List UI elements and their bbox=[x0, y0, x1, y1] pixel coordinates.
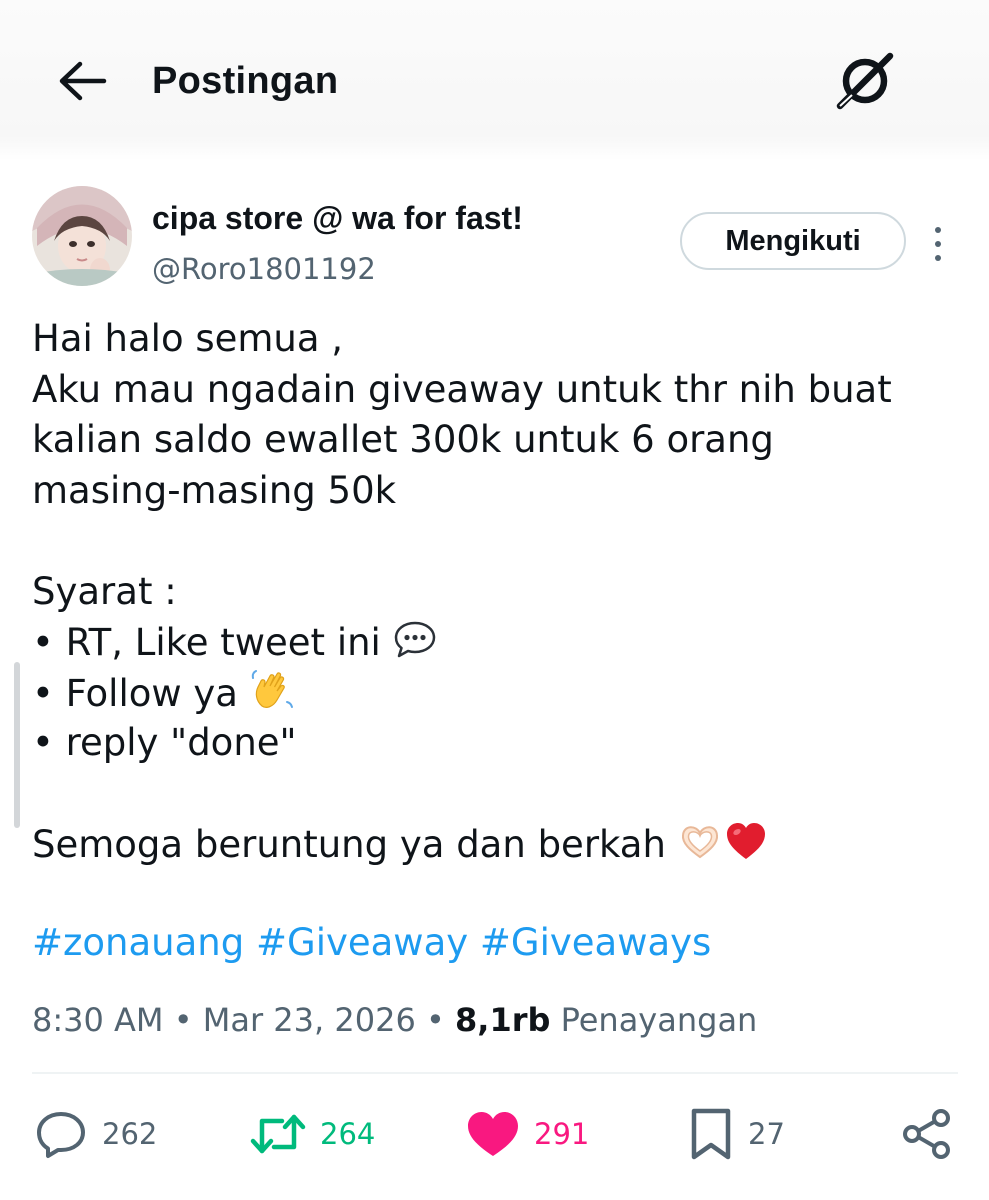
heart-filled-icon bbox=[468, 1112, 518, 1156]
reply-count: 262 bbox=[102, 1117, 158, 1151]
page-title: Postingan bbox=[152, 60, 339, 102]
author-handle[interactable]: @Roro1801192 bbox=[152, 250, 376, 288]
views-label[interactable]: Penayangan bbox=[561, 1001, 758, 1039]
tweet-line: Syarat : bbox=[32, 569, 177, 613]
meta-separator: • bbox=[425, 1001, 445, 1039]
tweet-line bbox=[32, 769, 962, 820]
views-count[interactable]: 8,1rb bbox=[455, 1001, 550, 1039]
following-button[interactable]: Mengikuti bbox=[680, 212, 906, 270]
red-heart-icon bbox=[726, 823, 765, 859]
hashtag-link[interactable]: #Giveaway bbox=[256, 921, 468, 964]
tweet-line-text: • RT, Like tweet ini bbox=[32, 621, 393, 664]
reply-button[interactable]: 262 bbox=[34, 1104, 157, 1164]
share-button[interactable] bbox=[900, 1104, 954, 1164]
bookmark-icon bbox=[691, 1108, 731, 1160]
tweet-line: masing-masing 50k bbox=[32, 468, 397, 512]
tweet-line bbox=[32, 516, 962, 567]
tweet-time[interactable]: 8:30 AM bbox=[32, 1001, 164, 1039]
tweet-text: Hai halo semua , Aku mau ngadain giveawa… bbox=[32, 314, 962, 870]
avatar[interactable] bbox=[32, 186, 132, 286]
tweet-line: kalian saldo ewallet 300k untuk 6 orang bbox=[32, 418, 774, 461]
tweet-line: Semoga beruntung ya dan berkah bbox=[32, 819, 962, 870]
hashtag-link[interactable]: #Giveaways bbox=[480, 921, 711, 964]
tweet-line: Aku mau ngadain giveaway untuk thr nih b… bbox=[32, 367, 892, 411]
divider bbox=[32, 1072, 958, 1074]
repost-icon bbox=[250, 1114, 306, 1154]
share-icon bbox=[903, 1109, 950, 1159]
tweet-line: • reply "done" bbox=[32, 721, 297, 764]
repost-count: 264 bbox=[320, 1117, 376, 1151]
hashtags: #zonauang #Giveaway #Giveaways bbox=[32, 918, 711, 968]
tweet-line: • Follow ya bbox=[32, 668, 962, 719]
meta-separator: • bbox=[173, 1001, 193, 1039]
heart-hands-icon bbox=[681, 826, 718, 859]
like-count: 291 bbox=[534, 1117, 590, 1151]
author-display-name[interactable]: cipa store @ wa for fast! bbox=[152, 198, 523, 238]
bookmark-button[interactable]: 27 bbox=[688, 1104, 785, 1164]
hashtag-link[interactable]: #zonauang bbox=[32, 921, 244, 964]
tweet-meta: 8:30 AM • Mar 23, 2026 • 8,1rb Penayanga… bbox=[32, 996, 757, 1044]
top-bar: Postingan bbox=[0, 0, 989, 160]
waving-hand-icon bbox=[251, 669, 293, 708]
tweet-line-text: Semoga beruntung ya dan berkah bbox=[32, 823, 678, 866]
speech-bubble-icon bbox=[394, 621, 435, 658]
scroll-indicator[interactable] bbox=[14, 662, 20, 828]
tweet-line: Hai halo semua , bbox=[32, 317, 344, 360]
arrow-left-icon[interactable] bbox=[56, 60, 108, 102]
like-button[interactable]: 291 bbox=[466, 1104, 589, 1164]
tweet-line-text: • Follow ya bbox=[32, 671, 250, 715]
reply-icon bbox=[37, 1112, 85, 1158]
repost-button[interactable]: 264 bbox=[250, 1104, 375, 1164]
bookmark-count: 27 bbox=[748, 1117, 785, 1151]
grok-icon[interactable] bbox=[834, 52, 896, 110]
tweet-date[interactable]: Mar 23, 2026 bbox=[203, 1001, 416, 1039]
tweet-line: • RT, Like tweet ini bbox=[32, 617, 962, 668]
more-vertical-icon[interactable] bbox=[928, 224, 948, 264]
